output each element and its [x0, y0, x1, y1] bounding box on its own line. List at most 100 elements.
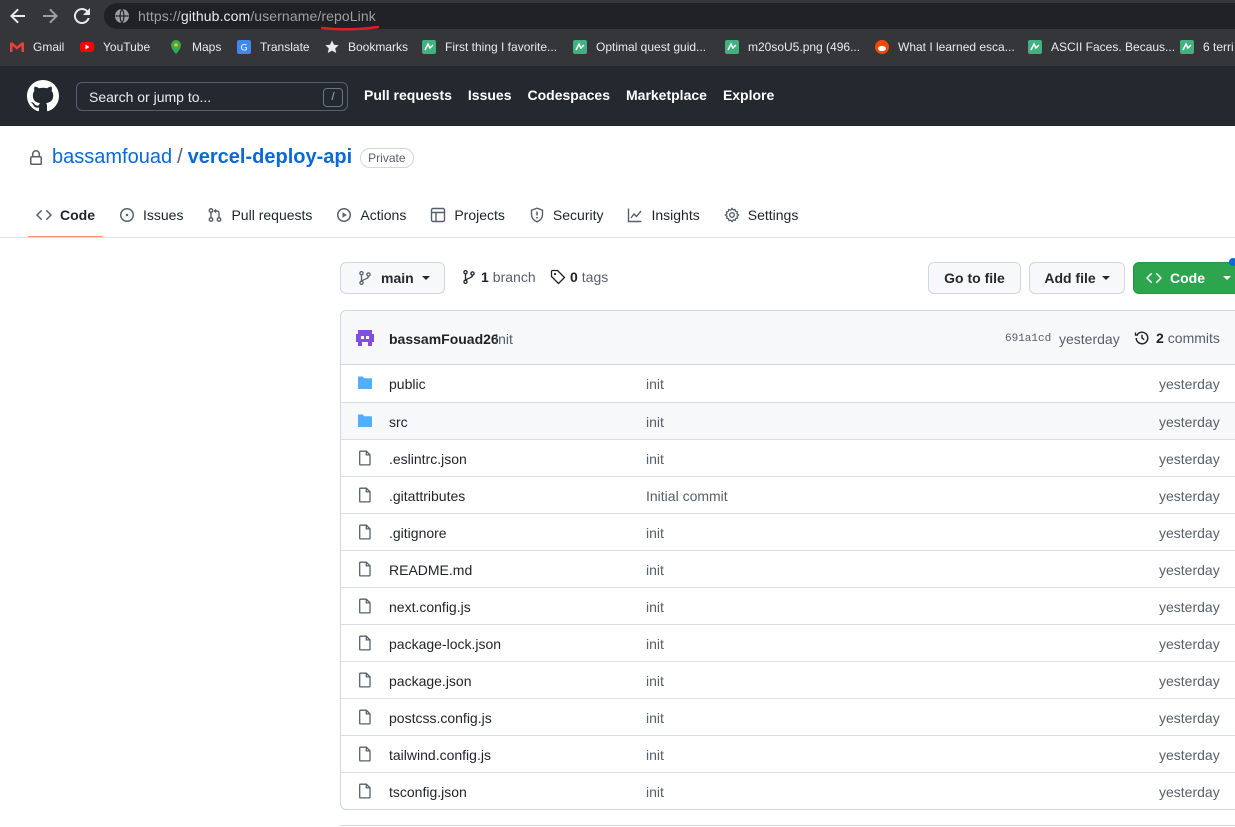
- file-name-link[interactable]: public: [389, 376, 426, 392]
- bookmark-item[interactable]: Bookmarks: [324, 38, 408, 56]
- chevron-down-icon: [1223, 276, 1231, 280]
- nav-pull-requests[interactable]: Pull requests: [364, 87, 452, 103]
- bookmark-label: First thing I favorite...: [445, 40, 558, 54]
- branch-name: main: [381, 270, 414, 286]
- file-row[interactable]: package.json init yesterday: [341, 661, 1235, 698]
- file-commit-message-link[interactable]: init: [646, 562, 664, 578]
- tab-issues[interactable]: Issues: [111, 196, 191, 234]
- url-prefix: https://: [138, 8, 181, 24]
- nav-issues[interactable]: Issues: [468, 87, 512, 103]
- bookmark-label: Bookmarks: [348, 40, 409, 54]
- bookmark-item[interactable]: Gmail: [9, 38, 64, 56]
- back-button[interactable]: [6, 4, 30, 28]
- file-row[interactable]: next.config.js init yesterday: [341, 587, 1235, 624]
- tab-projects[interactable]: Projects: [422, 196, 513, 234]
- file-commit-message-link[interactable]: init: [646, 747, 664, 763]
- tab-settings[interactable]: Settings: [716, 196, 807, 234]
- repo-owner-link[interactable]: bassamfouad: [52, 146, 172, 169]
- branches-link[interactable]: 1 branch: [461, 269, 536, 285]
- header-nav: Pull requests Issues Codespaces Marketpl…: [364, 87, 774, 103]
- commit-sha-link[interactable]: 691a1cd: [1005, 333, 1051, 345]
- bookmark-item[interactable]: m20soU5.png (496...: [724, 38, 860, 56]
- tab-code[interactable]: Code: [28, 196, 103, 238]
- avatar[interactable]: [355, 328, 375, 348]
- reload-button[interactable]: [70, 4, 94, 28]
- global-search[interactable]: /: [76, 82, 348, 111]
- file-name-link[interactable]: next.config.js: [389, 599, 471, 615]
- tab-pull-requests[interactable]: Pull requests: [199, 196, 320, 234]
- bookmark-item[interactable]: First thing I favorite...: [421, 38, 557, 56]
- tag-icon: [550, 269, 566, 285]
- file-row[interactable]: src init yesterday: [341, 402, 1235, 439]
- file-row[interactable]: tailwind.config.js init yesterday: [341, 735, 1235, 772]
- file-row[interactable]: tsconfig.json init yesterday: [341, 772, 1235, 809]
- commit-author-link[interactable]: bassamFouad26: [389, 331, 499, 347]
- file-row[interactable]: .gitignore init yesterday: [341, 513, 1235, 550]
- bookmark-item[interactable]: YouTube: [79, 38, 150, 56]
- file-row[interactable]: package-lock.json init yesterday: [341, 624, 1235, 661]
- bookmark-item[interactable]: 6 terri: [1179, 38, 1234, 56]
- site-info-icon[interactable]: [114, 8, 130, 24]
- file-commit-message-link[interactable]: init: [646, 673, 664, 689]
- visibility-badge: Private: [360, 147, 414, 168]
- file-name-link[interactable]: .gitattributes: [389, 488, 465, 504]
- file-name-link[interactable]: postcss.config.js: [389, 710, 492, 726]
- file-icon: [357, 598, 373, 614]
- file-age: yesterday: [1159, 562, 1220, 578]
- file-name-link[interactable]: .eslintrc.json: [389, 451, 467, 467]
- github-logo-icon[interactable]: [27, 80, 59, 112]
- tab-security[interactable]: Security: [521, 196, 612, 234]
- file-commit-message-link[interactable]: init: [646, 710, 664, 726]
- file-row[interactable]: README.md init yesterday: [341, 550, 1235, 587]
- file-commit-message-link[interactable]: init: [646, 599, 664, 615]
- site-icon: [572, 39, 588, 55]
- nav-codespaces[interactable]: Codespaces: [528, 87, 610, 103]
- file-commit-message-link[interactable]: init: [646, 451, 664, 467]
- nav-explore[interactable]: Explore: [723, 87, 774, 103]
- file-row[interactable]: public init yesterday: [341, 365, 1235, 402]
- file-commit-message-link[interactable]: init: [646, 784, 664, 800]
- add-file-button[interactable]: Add file: [1029, 262, 1125, 294]
- bookmark-item[interactable]: ASCII Faces. Becaus...: [1027, 38, 1175, 56]
- code-icon: [36, 209, 52, 221]
- file-row[interactable]: postcss.config.js init yesterday: [341, 698, 1235, 735]
- tab-insights[interactable]: Insights: [619, 196, 707, 234]
- code-button[interactable]: Code: [1133, 262, 1235, 294]
- file-name-link[interactable]: README.md: [389, 562, 472, 578]
- bookmark-item[interactable]: Maps: [168, 38, 221, 56]
- file-commit-message-link[interactable]: init: [646, 376, 664, 392]
- forward-button[interactable]: [38, 4, 62, 28]
- file-commit-message-link[interactable]: init: [646, 414, 664, 430]
- reddit-icon: [874, 39, 890, 55]
- tab-actions[interactable]: Actions: [328, 196, 414, 234]
- bookmark-item[interactable]: What I learned esca...: [874, 38, 1015, 56]
- file-commit-message-link[interactable]: init: [646, 636, 664, 652]
- search-input[interactable]: [77, 83, 317, 110]
- branch-select-button[interactable]: main: [340, 262, 445, 294]
- file-name-link[interactable]: .gitignore: [389, 525, 447, 541]
- address-bar[interactable]: https://github.com/username/repoLink: [104, 3, 1235, 29]
- file-name-link[interactable]: tailwind.config.js: [389, 747, 491, 763]
- url-text[interactable]: https://github.com/username/repoLink: [138, 8, 376, 24]
- bookmark-label: Translate: [260, 40, 310, 54]
- commit-message-link[interactable]: init: [495, 331, 513, 347]
- repo-tabs: Code Issues Pull requests Actions Projec…: [28, 196, 814, 238]
- file-commit-message-link[interactable]: init: [646, 525, 664, 541]
- commits-history-link[interactable]: 2 commits: [1134, 330, 1220, 346]
- tags-link[interactable]: 0 tags: [550, 269, 608, 285]
- file-row[interactable]: .eslintrc.json init yesterday: [341, 439, 1235, 476]
- bookmarks-bar: Gmail YouTube Maps G Translate Bookmarks First…: [0, 34, 1235, 60]
- file-name-link[interactable]: package.json: [389, 673, 472, 689]
- bookmark-item[interactable]: Optimal quest guid...: [572, 38, 706, 56]
- repo-name-link[interactable]: vercel-deploy-api: [188, 146, 353, 169]
- file-name-link[interactable]: tsconfig.json: [389, 784, 467, 800]
- file-age: yesterday: [1159, 376, 1220, 392]
- file-name-link[interactable]: package-lock.json: [389, 636, 501, 652]
- go-to-file-button[interactable]: Go to file: [928, 262, 1021, 294]
- commit-count: 2: [1156, 330, 1164, 346]
- file-row[interactable]: .gitattributes Initial commit yesterday: [341, 476, 1235, 513]
- nav-marketplace[interactable]: Marketplace: [626, 87, 707, 103]
- file-commit-message-link[interactable]: Initial commit: [646, 488, 728, 504]
- bookmark-item[interactable]: G Translate: [236, 38, 310, 56]
- file-name-link[interactable]: src: [389, 414, 408, 430]
